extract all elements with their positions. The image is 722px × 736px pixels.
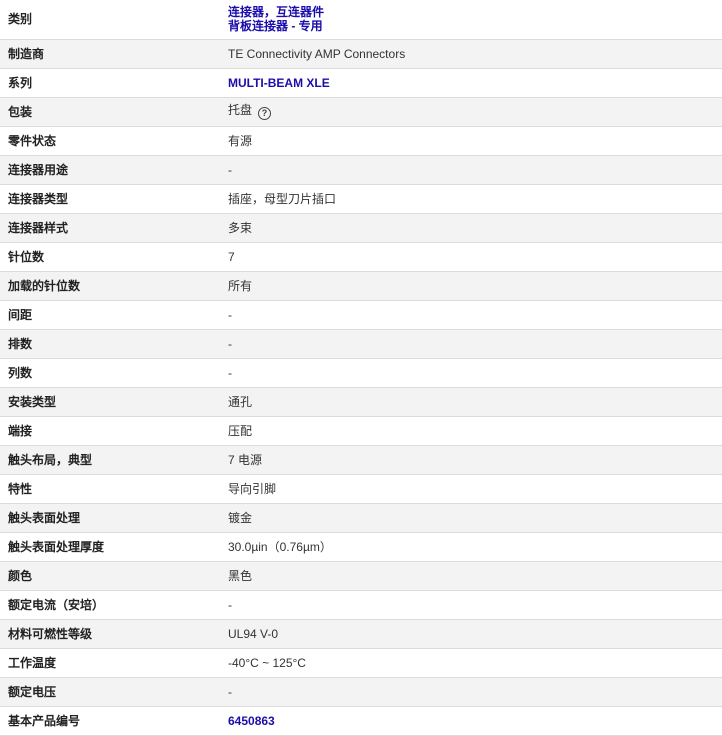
row-contact-layout: 触头布局，典型 7 电源 (0, 445, 722, 474)
row-operating-temperature: 工作温度 -40°C ~ 125°C (0, 648, 722, 677)
row-value: - (228, 336, 232, 351)
row-packaging: 包装 托盘? (0, 97, 722, 126)
row-label: 额定电流（安培） (8, 597, 105, 612)
row-value: - (228, 684, 232, 699)
row-label: 触头表面处理 (8, 510, 81, 525)
row-label: 额定电压 (8, 684, 57, 699)
packaging-value: 托盘 (228, 103, 253, 117)
product-attributes-table: 类别 连接器，互连器件 背板连接器 - 专用 制造商 TE Connectivi… (0, 0, 722, 736)
category-link-backplane[interactable]: 背板连接器 - 专用 (228, 19, 722, 33)
row-column-count: 列数 - (0, 358, 722, 387)
row-value: 导向引脚 (228, 481, 277, 496)
row-value: - (228, 597, 232, 612)
row-value: - (228, 162, 232, 177)
row-label: 特性 (8, 481, 33, 496)
row-label: 工作温度 (8, 655, 57, 670)
row-contact-finish-thickness: 触头表面处理厚度 30.0µin（0.76µm） (0, 532, 722, 561)
row-label: 端接 (8, 423, 33, 438)
row-label: 连接器类型 (8, 191, 69, 206)
row-value: 插座，母型刀片插口 (228, 191, 337, 206)
row-base-product-number: 基本产品编号 6450863 (0, 706, 722, 735)
row-connector-type: 连接器类型 插座，母型刀片插口 (0, 184, 722, 213)
row-value: 多束 (228, 220, 253, 235)
row-value: 所有 (228, 278, 253, 293)
row-flammability-rating: 材料可燃性等级 UL94 V-0 (0, 619, 722, 648)
row-label: 间距 (8, 307, 33, 322)
row-label: 颜色 (8, 568, 33, 583)
row-current-rating: 额定电流（安培） - (0, 590, 722, 619)
row-termination: 端接 压配 (0, 416, 722, 445)
row-label: 触头布局，典型 (8, 452, 93, 467)
row-contact-finish: 触头表面处理 镀金 (0, 503, 722, 532)
row-manufacturer: 制造商 TE Connectivity AMP Connectors (0, 39, 722, 68)
row-value: 7 电源 (228, 452, 263, 467)
row-pin-count: 针位数 7 (0, 242, 722, 271)
row-value: 有源 (228, 133, 253, 148)
row-value: 30.0µin（0.76µm） (228, 539, 332, 554)
row-value: 托盘? (222, 97, 722, 126)
row-label: 类别 (8, 12, 33, 27)
row-label: 触头表面处理厚度 (8, 539, 105, 554)
row-pitch: 间距 - (0, 300, 722, 329)
row-label: 针位数 (8, 249, 45, 264)
row-label: 材料可燃性等级 (8, 626, 93, 641)
row-value: TE Connectivity AMP Connectors (228, 46, 406, 61)
row-label: 安装类型 (8, 394, 57, 409)
row-value: 7 (228, 249, 235, 264)
row-loaded-pin-count: 加载的针位数 所有 (0, 271, 722, 300)
row-value: 压配 (228, 423, 253, 438)
row-label: 连接器用途 (8, 162, 69, 177)
row-connector-usage: 连接器用途 - (0, 155, 722, 184)
row-voltage-rating: 额定电压 - (0, 677, 722, 706)
row-row-count: 排数 - (0, 329, 722, 358)
series-link[interactable]: MULTI-BEAM XLE (228, 76, 330, 90)
row-value: UL94 V-0 (228, 626, 279, 641)
row-value: - (228, 307, 232, 322)
row-value: 黑色 (228, 568, 253, 583)
row-label: 基本产品编号 (8, 713, 81, 728)
row-color: 颜色 黑色 (0, 561, 722, 590)
row-value: MULTI-BEAM XLE (222, 68, 722, 97)
row-part-status: 零件状态 有源 (0, 126, 722, 155)
question-circle-icon[interactable]: ? (258, 107, 272, 120)
row-value: - (228, 365, 232, 380)
row-mounting-type: 安装类型 通孔 (0, 387, 722, 416)
row-value: -40°C ~ 125°C (228, 655, 306, 670)
row-connector-style: 连接器样式 多束 (0, 213, 722, 242)
row-category: 类别 连接器，互连器件 背板连接器 - 专用 (0, 0, 722, 39)
row-label: 列数 (8, 365, 33, 380)
row-label: 包装 (8, 104, 33, 119)
row-value: 通孔 (228, 394, 253, 409)
row-label: 排数 (8, 336, 33, 351)
row-label: 制造商 (8, 46, 45, 61)
row-value: 连接器，互连器件 背板连接器 - 专用 (222, 0, 722, 39)
row-label: 系列 (8, 75, 33, 90)
row-label: 零件状态 (8, 133, 57, 148)
row-features: 特性 导向引脚 (0, 474, 722, 503)
row-label: 加载的针位数 (8, 278, 81, 293)
row-value: 6450863 (222, 706, 722, 735)
row-label: 连接器样式 (8, 220, 69, 235)
category-link-connectors[interactable]: 连接器，互连器件 (228, 5, 722, 19)
base-product-number-link[interactable]: 6450863 (228, 714, 275, 728)
row-series: 系列 MULTI-BEAM XLE (0, 68, 722, 97)
row-value: 镀金 (228, 510, 253, 525)
